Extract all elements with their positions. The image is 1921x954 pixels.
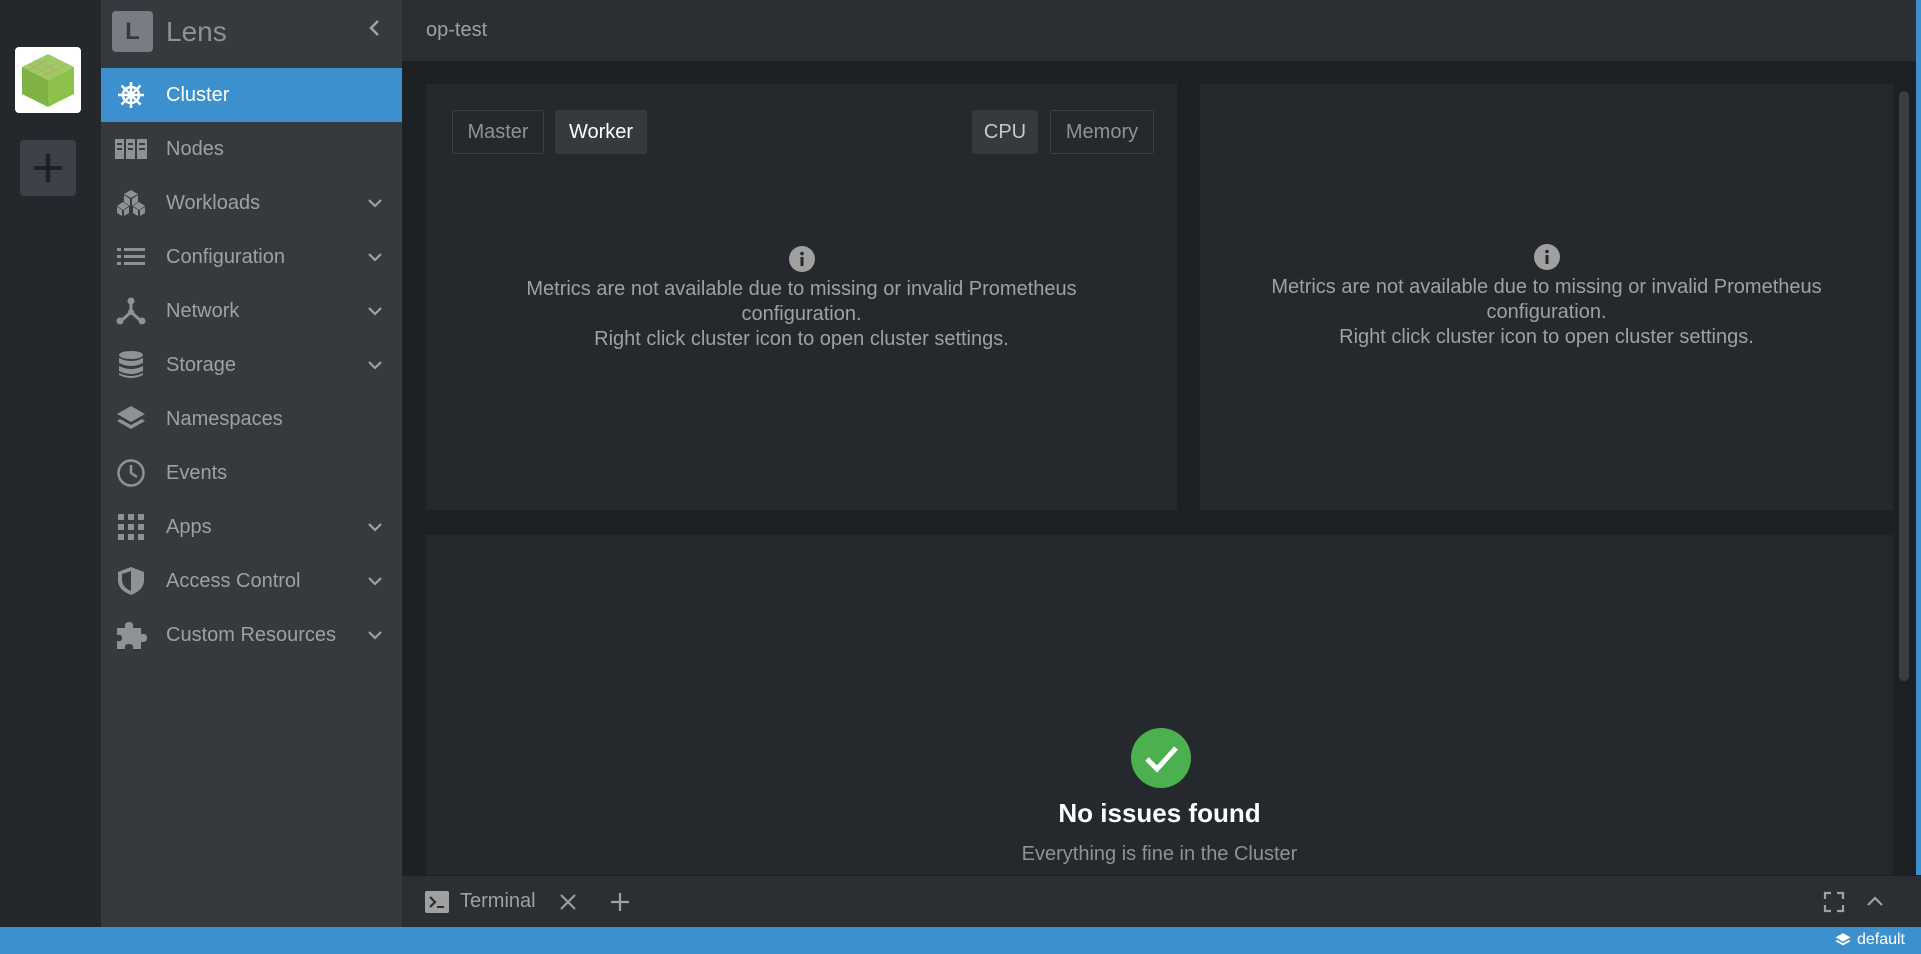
shield-icon [115,567,147,595]
check-circle-icon [1131,728,1191,788]
dock: Terminal [402,875,1921,927]
sidebar-item-nodes[interactable]: Nodes [101,122,402,176]
chevron-left-icon[interactable] [363,16,387,40]
metrics-unavailable: Metrics are not available due to missing… [1200,244,1893,350]
namespace-indicator[interactable]: default [1835,931,1905,949]
main-area: op-test Master Worker CPU Memory Metrics… [402,0,1921,927]
terminal-icon [425,891,449,913]
cubes-icon [115,189,147,217]
clock-icon [115,459,147,487]
sidebar-item-configuration[interactable]: Configuration [101,230,402,284]
metrics-message-line3: Right click cluster icon to open cluster… [594,328,1009,350]
sidebar-item-apps[interactable]: Apps [101,500,402,554]
sidebar-item-network[interactable]: Network [101,284,402,338]
cluster-pie-charts-panel: Metrics are not available due to missing… [1200,84,1893,510]
metrics-message-line2: configuration. [1486,301,1607,323]
topbar: op-test [402,0,1921,61]
sidebar-item-access-control[interactable]: Access Control [101,554,402,608]
namespace-name: default [1856,931,1905,948]
info-icon [788,246,815,272]
sidebar-item-label: Network [166,299,240,322]
cluster-name: op-test [426,19,488,41]
sidebar-item-label: Workloads [166,191,261,214]
no-issues-subtitle: Everything is fine in the Cluster [1021,843,1298,865]
cluster-metrics-panel: Master Worker CPU Memory Metrics are not… [426,84,1177,510]
metrics-unavailable: Metrics are not available due to missing… [426,246,1177,352]
add-cluster-button[interactable] [20,140,76,196]
tab-memory[interactable]: Memory [1050,110,1154,154]
database-icon [115,351,147,379]
sidebar-nav: Cluster Nodes Workloads Configuration Ne… [101,68,402,662]
nodes-icon [115,135,147,163]
cluster-op-test-icon[interactable] [15,47,81,113]
content-scrollbar[interactable] [1899,91,1909,681]
app-window: L Lens Cluster Nodes Workloads Configura… [0,0,1921,954]
window-edge [1916,0,1921,927]
chevron-down-icon [368,361,382,370]
sidebar-item-label: Configuration [166,245,285,268]
sidebar-item-label: Apps [166,515,212,538]
plus-icon [34,154,62,182]
sidebar-item-label: Events [166,461,228,484]
apps-grid-icon [115,513,147,541]
cluster-rail [0,0,101,927]
metrics-message-line3: Right click cluster icon to open cluster… [1339,326,1754,348]
close-icon[interactable] [558,892,578,912]
tab-worker[interactable]: Worker [555,110,647,154]
sidebar-item-label: Access Control [166,569,301,592]
chevron-down-icon [368,307,382,316]
layers-icon [1835,933,1851,946]
lens-logo: L [112,11,153,52]
sidebar: L Lens Cluster Nodes Workloads Configura… [101,0,402,927]
sidebar-item-label: Namespaces [166,407,283,430]
sidebar-item-label: Storage [166,353,237,376]
metrics-message-line1: Metrics are not available due to missing… [1271,276,1822,298]
chevron-up-icon[interactable] [1865,892,1885,912]
sidebar-item-storage[interactable]: Storage [101,338,402,392]
chevron-down-icon [368,199,382,208]
sidebar-item-cluster[interactable]: Cluster [101,68,402,122]
app-name: Lens [166,16,227,47]
sidebar-item-workloads[interactable]: Workloads [101,176,402,230]
info-icon [1533,244,1560,270]
fullscreen-icon[interactable] [1823,891,1845,913]
puzzle-icon [115,621,147,649]
cluster-overview: Master Worker CPU Memory Metrics are not… [402,61,1921,875]
chevron-down-icon [368,253,382,262]
sidebar-item-label: Cluster [166,83,230,106]
sidebar-item-label: Custom Resources [166,623,337,646]
chevron-down-icon [368,631,382,640]
sidebar-item-label: Nodes [166,137,224,160]
chevron-down-icon [368,577,382,586]
status-bar: default [0,927,1921,954]
metrics-message-line1: Metrics are not available due to missing… [526,278,1077,300]
list-icon [115,243,147,271]
tab-master[interactable]: Master [452,110,544,154]
no-issues-title: No issues found [1058,798,1261,828]
terminal-tab[interactable]: Terminal [460,890,536,913]
sidebar-header: L Lens [101,0,402,62]
cluster-issues-panel: No issues found Everything is fine in th… [426,535,1893,875]
sidebar-item-namespaces[interactable]: Namespaces [101,392,402,446]
layers-icon [115,405,147,433]
metrics-message-line2: configuration. [741,303,862,325]
helm-wheel-icon [115,81,147,109]
chevron-down-icon [368,523,382,532]
tab-cpu[interactable]: CPU [972,110,1038,154]
plus-icon[interactable] [609,891,631,913]
sidebar-item-custom-resources[interactable]: Custom Resources [101,608,402,662]
sidebar-item-events[interactable]: Events [101,446,402,500]
network-icon [115,297,147,325]
